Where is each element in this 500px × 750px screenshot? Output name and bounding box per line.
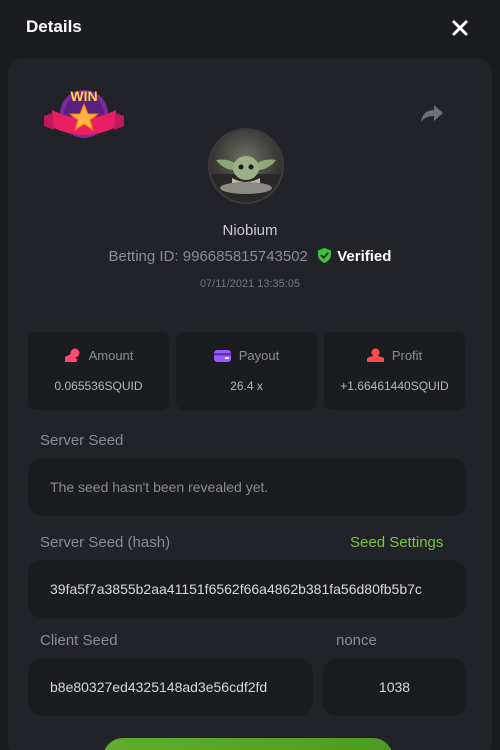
server-seed-value: The seed hasn't been revealed yet. (50, 479, 269, 495)
stat-payout-value: 26.4 x (230, 379, 263, 393)
verify-button[interactable] (103, 738, 393, 750)
share-icon[interactable] (420, 102, 444, 124)
seed-settings-link[interactable]: Seed Settings (350, 534, 443, 551)
wallet-icon (213, 350, 231, 362)
shield-check-icon (318, 248, 332, 267)
server-seed-hash-field[interactable]: 39fa5f7a3855b2aa41151f6562f66a4862b381fa… (28, 560, 466, 618)
client-seed-value: b8e80327ed4325148ad3e56cdf2fd (50, 679, 268, 695)
stat-payout: Payout 26.4 x (176, 332, 317, 410)
server-seed-hash-value: 39fa5f7a3855b2aa41151f6562f66a4862b381fa… (50, 581, 422, 597)
win-badge-text: WIN (70, 88, 97, 104)
stat-amount: Amount 0.065536SQUID (28, 332, 169, 410)
profit-icon (366, 348, 384, 362)
avatar (208, 128, 284, 204)
stat-amount-label: Amount (88, 348, 134, 363)
nonce-value: 1038 (378, 679, 411, 695)
modal-title: Details (26, 17, 82, 36)
win-badge-icon: WIN (44, 86, 124, 146)
close-icon[interactable] (448, 16, 472, 40)
server-seed-hash-label: Server Seed (hash) (40, 534, 171, 551)
stat-payout-label: Payout (238, 348, 280, 363)
client-seed-field[interactable]: b8e80327ed4325148ad3e56cdf2fd (28, 658, 313, 716)
stat-profit-label: Profit (391, 348, 423, 363)
stat-amount-value: 0.065536SQUID (54, 379, 143, 393)
stat-profit-value: +1.66461440SQUID (340, 379, 449, 393)
nonce-field[interactable]: 1038 (323, 658, 466, 716)
details-modal: Details WIN Niobium Betting ID: 99668581… (0, 0, 500, 750)
coins-icon (64, 348, 80, 362)
username: Niobium (222, 222, 278, 239)
verified-text: Verified (337, 248, 392, 265)
client-seed-label: Client Seed (40, 632, 118, 649)
betting-id-row: Betting ID: 996685815743502 Verified (8, 248, 492, 267)
details-panel: WIN Niobium Betting ID: 996685815743502 … (8, 58, 492, 750)
server-seed-field: The seed hasn't been revealed yet. (28, 458, 466, 516)
betting-id-label: Betting ID: (108, 248, 179, 265)
modal-header: Details (0, 0, 500, 56)
nonce-label: nonce (336, 632, 377, 649)
betting-id-value: 996685815743502 (182, 248, 308, 265)
stat-profit: Profit +1.66461440SQUID (324, 332, 465, 410)
bet-date: 07/11/2021 13:35:05 (199, 278, 301, 290)
server-seed-label: Server Seed (40, 432, 124, 449)
